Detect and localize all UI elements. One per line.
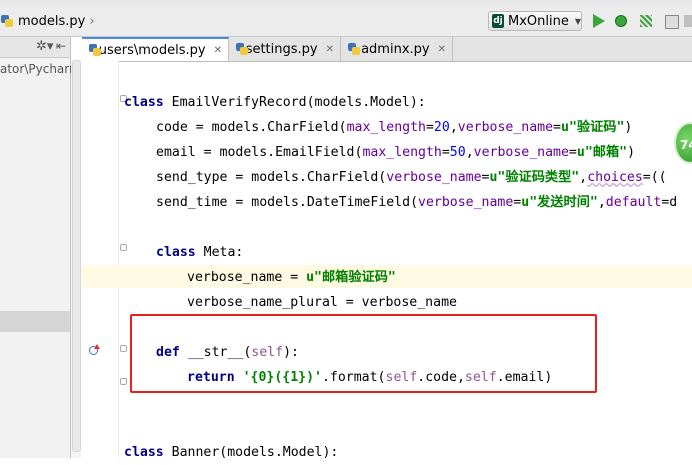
code-line-send-time-field[interactable]: send_time = models.DateTimeField(verbose… bbox=[156, 190, 677, 215]
project-tree-selected-row[interactable] bbox=[0, 311, 70, 332]
code-line-send-type-field[interactable]: send_type = models.CharField(verbose_nam… bbox=[156, 165, 667, 190]
close-icon[interactable]: ✕ bbox=[438, 44, 446, 55]
code-line-verbose-name[interactable]: verbose_name = u"邮箱验证码" bbox=[187, 265, 396, 290]
floating-counter-badge[interactable]: 74 bbox=[674, 122, 692, 164]
pin-icon[interactable]: ⇤ bbox=[56, 39, 66, 53]
toolbar-more-icon[interactable] bbox=[682, 12, 692, 30]
run-configuration-select[interactable]: dj MxOnline ▼ bbox=[488, 11, 582, 31]
tab-label: adminx.py bbox=[361, 41, 430, 57]
code-line-verbose-name-plural[interactable]: verbose_name_plural = verbose_name bbox=[187, 290, 457, 315]
coverage-icon[interactable] bbox=[637, 12, 655, 30]
python-file-icon bbox=[347, 42, 361, 56]
close-icon[interactable]: ✕ bbox=[326, 44, 334, 55]
editor-gutter[interactable] bbox=[82, 61, 118, 458]
annotation-highlight-box bbox=[130, 314, 597, 393]
run-configuration-label: MxOnline bbox=[508, 13, 569, 29]
scrollbar-thumb[interactable] bbox=[72, 60, 81, 452]
code-line-code-field[interactable]: code = models.CharField(max_length=20,ve… bbox=[156, 115, 632, 140]
dropdown-arrow-icon: ▼ bbox=[574, 16, 581, 26]
project-path-text[interactable]: ator\Pycharr bbox=[0, 62, 74, 76]
tab-label: settings.py bbox=[245, 41, 318, 57]
tab-label: users\models.py bbox=[98, 42, 206, 58]
navigation-toolbar bbox=[0, 6, 692, 37]
python-file-icon bbox=[88, 43, 101, 57]
project-panel bbox=[0, 37, 71, 458]
gear-icon[interactable]: ✲▾ bbox=[36, 39, 53, 54]
stop-icon[interactable] bbox=[662, 12, 680, 30]
fold-marker-icon[interactable] bbox=[120, 244, 127, 251]
code-line-class-banner[interactable]: class Banner(models.Model): bbox=[124, 440, 338, 465]
close-icon[interactable]: ✕ bbox=[214, 45, 222, 56]
debug-icon[interactable] bbox=[612, 12, 630, 30]
tab-settings[interactable]: settings.py ✕ bbox=[229, 37, 341, 61]
code-line-class-emailverifyrecord[interactable]: class EmailVerifyRecord(models.Model): bbox=[124, 90, 426, 115]
fold-marker-icon[interactable] bbox=[120, 345, 127, 352]
django-icon: dj bbox=[492, 14, 504, 28]
python-file-icon bbox=[235, 42, 248, 56]
breadcrumb[interactable]: models.py › bbox=[0, 6, 95, 36]
tab-adminx[interactable]: adminx.py ✕ bbox=[341, 37, 453, 61]
code-line-class-meta[interactable]: class Meta: bbox=[156, 240, 243, 265]
code-line-email-field[interactable]: email = models.EmailField(max_length=50,… bbox=[156, 140, 635, 165]
breadcrumb-file-label[interactable]: models.py bbox=[18, 14, 85, 29]
fold-marker-icon[interactable] bbox=[120, 378, 127, 385]
bookmark-icon[interactable] bbox=[88, 344, 100, 355]
chevron-right-icon: › bbox=[89, 13, 95, 29]
tab-users-models[interactable]: users\models.py ✕ bbox=[82, 37, 229, 61]
python-file-icon bbox=[0, 14, 14, 28]
gutter-divider bbox=[118, 61, 119, 458]
run-icon[interactable] bbox=[590, 12, 608, 30]
